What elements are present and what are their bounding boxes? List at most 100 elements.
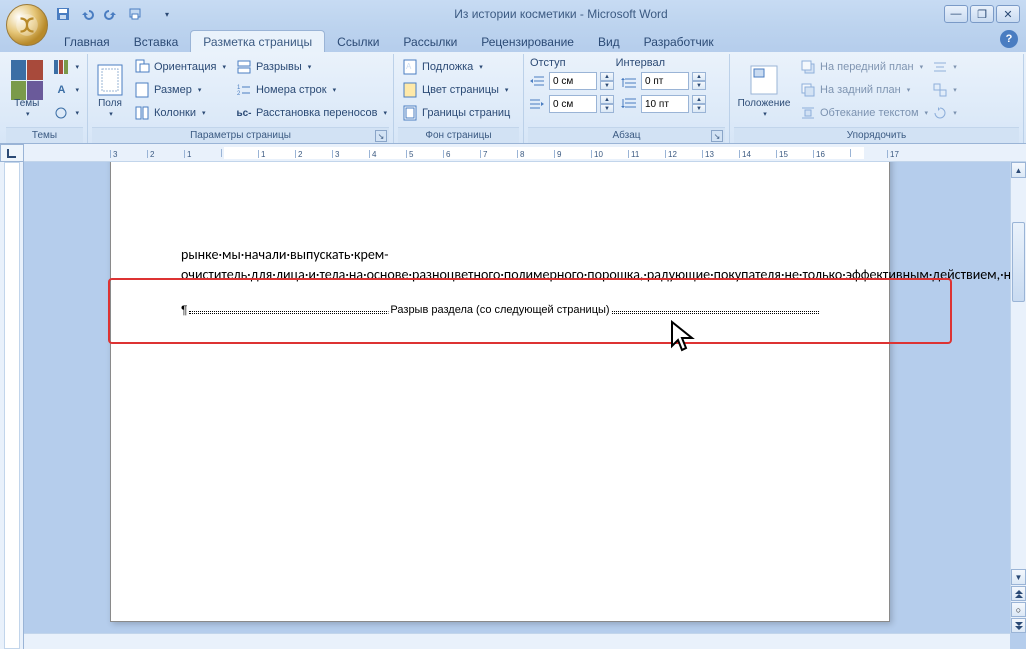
watermark-button[interactable]: AПодложка▾ xyxy=(398,56,519,78)
size-icon xyxy=(134,82,150,98)
group-arrange: Положение▾ На передний план▾ На задний п… xyxy=(730,54,1024,143)
space-before-up[interactable]: ▲ xyxy=(692,72,706,81)
page-setup-launcher[interactable]: ↘ xyxy=(375,130,387,142)
page-color-icon xyxy=(402,82,418,98)
group-button[interactable]: ▾ xyxy=(934,79,956,101)
indent-right-input[interactable] xyxy=(549,95,597,113)
indent-left-up[interactable]: ▲ xyxy=(600,72,614,81)
space-after-input[interactable] xyxy=(641,95,689,113)
theme-effects-button[interactable]: ▾ xyxy=(49,102,83,124)
next-page-button[interactable] xyxy=(1011,618,1026,633)
line-numbers-button[interactable]: 12Номера строк▾ xyxy=(232,79,391,101)
tab-review[interactable]: Рецензирование xyxy=(469,31,586,52)
indent-heading: Отступ xyxy=(530,57,566,69)
space-after-up[interactable]: ▲ xyxy=(692,95,706,104)
hyphenation-icon: ьс- xyxy=(236,105,252,121)
quick-access-toolbar: ▾ xyxy=(52,3,178,25)
tab-page-layout[interactable]: Разметка страницы xyxy=(190,30,325,52)
section-break[interactable]: ¶ Разрыв раздела (со следующей страницы) xyxy=(181,304,819,320)
scroll-thumb[interactable] xyxy=(1012,222,1025,302)
prev-page-button[interactable] xyxy=(1011,586,1026,601)
paragraph-launcher[interactable]: ↘ xyxy=(711,130,723,142)
workspace: 3211234567891011121314151617 рынке·мы·на… xyxy=(0,144,1026,649)
position-icon xyxy=(748,64,780,96)
bring-front-button[interactable]: На передний план▾ xyxy=(796,56,932,78)
indent-right-up[interactable]: ▲ xyxy=(600,95,614,104)
office-button[interactable] xyxy=(6,4,48,46)
ribbon: Темы ▾ ▾ A▾ ▾ Темы Поля▾ Ориентация▾ Раз… xyxy=(0,52,1026,144)
margins-label: Поля xyxy=(98,98,122,109)
vertical-scrollbar[interactable]: ▲ ▼ ○ xyxy=(1010,162,1026,633)
qat-customize-icon[interactable]: ▾ xyxy=(156,3,178,25)
document-area: 3211234567891011121314151617 рынке·мы·на… xyxy=(24,144,1026,649)
tab-insert[interactable]: Вставка xyxy=(122,31,191,52)
maximize-button[interactable]: ❐ xyxy=(970,5,994,23)
print-preview-icon[interactable] xyxy=(124,3,146,25)
title-bar: ▾ Из истории косметики - Microsoft Word … xyxy=(0,0,1026,28)
space-after-row: ▲▼ xyxy=(620,93,706,115)
themes-button[interactable]: Темы ▾ xyxy=(6,56,47,127)
redo-icon[interactable] xyxy=(100,3,122,25)
close-button[interactable]: ✕ xyxy=(996,5,1020,23)
size-button[interactable]: Размер▾ xyxy=(130,79,230,101)
horizontal-scrollbar[interactable] xyxy=(24,633,1010,649)
indent-right-down[interactable]: ▼ xyxy=(600,104,614,113)
space-after-down[interactable]: ▼ xyxy=(692,104,706,113)
tab-references[interactable]: Ссылки xyxy=(325,31,391,52)
tab-home[interactable]: Главная xyxy=(52,31,122,52)
undo-icon[interactable] xyxy=(76,3,98,25)
space-before-icon xyxy=(620,73,638,89)
indent-left-down[interactable]: ▼ xyxy=(600,81,614,90)
group-label-page-bg: Фон страницы xyxy=(398,127,519,143)
group-paragraph: Отступ Интервал ▲▼ ▲▼ xyxy=(524,54,730,143)
columns-icon xyxy=(134,105,150,121)
window-controls: — ❐ ✕ xyxy=(944,5,1020,23)
document-background[interactable]: рынке·мы·начали·выпускать·крем-очистител… xyxy=(24,162,1010,633)
space-before-input[interactable] xyxy=(641,72,689,90)
hyphenation-button[interactable]: ьс-Расстановка переносов▾ xyxy=(232,102,391,124)
tab-developer[interactable]: Разработчик xyxy=(632,31,726,52)
align-button[interactable]: ▾ xyxy=(934,56,956,78)
page-color-button[interactable]: Цвет страницы▾ xyxy=(398,79,519,101)
rotate-button[interactable]: ▾ xyxy=(934,102,956,124)
group-label-paragraph: Абзац xyxy=(612,130,640,141)
indent-left-input[interactable] xyxy=(549,72,597,90)
svg-text:2: 2 xyxy=(237,91,241,97)
indent-right-row: ▲▼ xyxy=(528,93,614,115)
minimize-button[interactable]: — xyxy=(944,5,968,23)
themes-label: Темы xyxy=(14,98,39,109)
svg-text:A: A xyxy=(406,62,412,71)
tab-mailings[interactable]: Рассылки xyxy=(391,31,469,52)
tab-selector[interactable] xyxy=(0,144,24,162)
vertical-ruler-area xyxy=(0,144,24,649)
save-icon[interactable] xyxy=(52,3,74,25)
position-button[interactable]: Положение▾ xyxy=(734,56,794,127)
group-themes: Темы ▾ ▾ A▾ ▾ Темы xyxy=(2,54,88,143)
tab-view[interactable]: Вид xyxy=(586,31,632,52)
group-label-arrange: Упорядочить xyxy=(734,127,1019,143)
breaks-button[interactable]: Разрывы▾ xyxy=(232,56,391,78)
vertical-ruler[interactable] xyxy=(4,162,20,649)
group-page-setup: Поля▾ Ориентация▾ Размер▾ Колонки▾ Разры… xyxy=(88,54,394,143)
theme-fonts-button[interactable]: A▾ xyxy=(49,79,83,101)
send-back-button[interactable]: На задний план▾ xyxy=(796,79,932,101)
page-borders-button[interactable]: Границы страниц xyxy=(398,102,519,124)
help-icon[interactable]: ? xyxy=(1000,30,1018,48)
space-before-down[interactable]: ▼ xyxy=(692,81,706,90)
indent-left-icon xyxy=(528,73,546,89)
browse-object-button[interactable]: ○ xyxy=(1011,602,1026,617)
scroll-down-button[interactable]: ▼ xyxy=(1011,569,1026,585)
margins-button[interactable]: Поля▾ xyxy=(92,56,128,127)
scroll-up-button[interactable]: ▲ xyxy=(1011,162,1026,178)
align-icon xyxy=(933,59,947,75)
effects-icon xyxy=(53,105,69,121)
section-break-label: Разрыв раздела (со следующей страницы) xyxy=(388,304,611,316)
horizontal-ruler[interactable]: 3211234567891011121314151617 xyxy=(24,144,1026,162)
text-wrap-button[interactable]: Обтекание текстом▾ xyxy=(796,102,932,124)
orientation-button[interactable]: Ориентация▾ xyxy=(130,56,230,78)
theme-colors-button[interactable]: ▾ xyxy=(49,56,83,78)
columns-button[interactable]: Колонки▾ xyxy=(130,102,230,124)
margins-icon xyxy=(94,64,126,96)
indent-right-icon xyxy=(528,96,546,112)
body-paragraph-1[interactable]: рынке·мы·начали·выпускать·крем-очистител… xyxy=(181,245,819,286)
